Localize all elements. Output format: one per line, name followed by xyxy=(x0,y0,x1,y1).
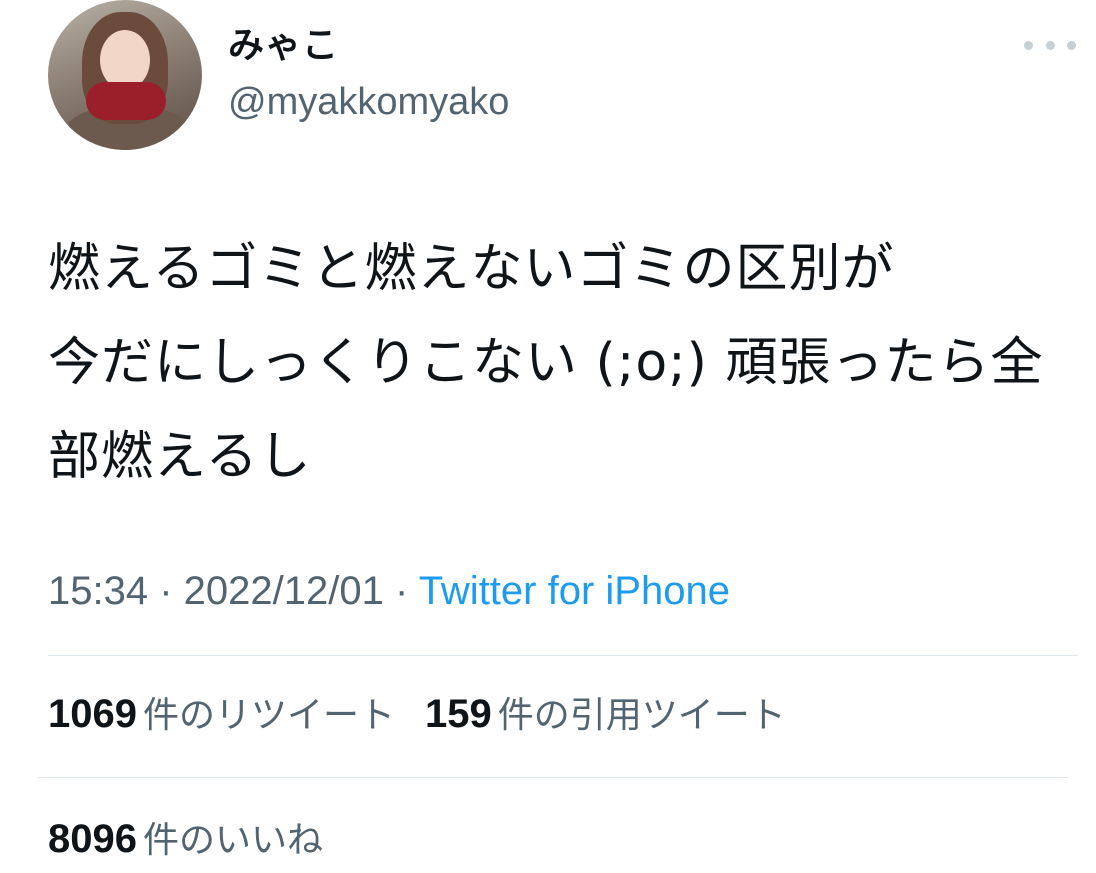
divider xyxy=(48,655,1078,656)
quotes-count: 159 xyxy=(425,692,492,736)
tweet-time[interactable]: 15:34 xyxy=(48,569,148,613)
avatar-face xyxy=(100,30,150,90)
tweet-source-link[interactable]: Twitter for iPhone xyxy=(419,569,730,613)
quotes-stat[interactable]: 159 件の引用ツイート xyxy=(425,690,786,740)
quotes-label: 件の引用ツイート xyxy=(497,695,786,736)
tweet-meta: 15:34 · 2022/12/01 · Twitter for iPhone xyxy=(48,566,730,616)
author-handle[interactable]: @myakkomyako xyxy=(228,78,509,126)
more-dot xyxy=(1024,40,1033,50)
meta-separator: · xyxy=(383,569,419,613)
engagement-stats-row: 1069 件のリツイート 159 件の引用ツイート xyxy=(48,690,816,740)
likes-label: 件のいいね xyxy=(142,820,323,861)
tweet-text: 燃えるゴミと燃えないゴミの区別が 今だにしっくりこない (;o;) 頑張ったら全… xyxy=(48,239,1044,487)
likes-stats-row: 8096 件のいいね xyxy=(48,815,353,865)
likes-count: 8096 xyxy=(48,817,137,861)
retweets-stat[interactable]: 1069 件のリツイート xyxy=(48,690,395,740)
tweet-date[interactable]: 2022/12/01 xyxy=(184,569,384,613)
more-horizontal-icon[interactable] xyxy=(1024,30,1076,60)
avatar[interactable] xyxy=(48,0,202,150)
divider xyxy=(38,777,1068,778)
more-dot xyxy=(1067,40,1076,50)
avatar-scarf xyxy=(86,82,166,120)
author-display-name[interactable]: みゃこ xyxy=(228,22,339,70)
more-dot xyxy=(1045,40,1055,50)
retweets-count: 1069 xyxy=(48,692,137,736)
likes-stat[interactable]: 8096 件のいいね xyxy=(48,815,323,865)
retweets-label: 件のリツイート xyxy=(142,695,395,736)
meta-separator: · xyxy=(148,569,184,613)
